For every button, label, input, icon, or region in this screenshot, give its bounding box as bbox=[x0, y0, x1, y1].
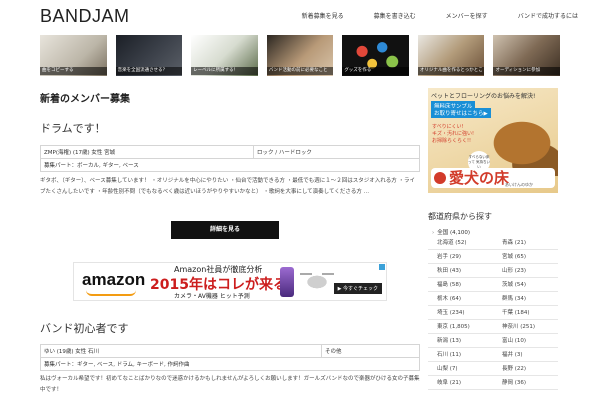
nav-find-members[interactable]: メンバーを探す bbox=[438, 11, 496, 20]
ad-headline: ペットとフローリングのお悩みを解決! bbox=[431, 93, 536, 100]
prefecture-link[interactable]: 神奈川 (251) bbox=[493, 320, 558, 334]
brand-sub: あいけんのゆか bbox=[505, 182, 533, 187]
ad-line: カメラ・AV機器 ヒット予測 bbox=[174, 293, 250, 300]
drone-icon bbox=[300, 271, 334, 293]
main-content: 新着のメンバー募集 bbox=[40, 90, 420, 105]
paw-icon bbox=[434, 172, 446, 184]
post-description: ギタボ、（ギター）、ベース募集しています！ ・オリジナルを中心にやりたい ・仙台… bbox=[40, 178, 415, 195]
ad-brand: 愛犬の床 あいけんのゆか bbox=[431, 168, 555, 188]
prefecture-link[interactable]: 福島 (58) bbox=[428, 278, 493, 292]
amazon-ad-banner[interactable]: amazon Amazon社員が徹底分析 2015年はコレが来る カメラ・AV機… bbox=[73, 262, 387, 301]
prefecture-link[interactable]: 福井 (3) bbox=[493, 348, 558, 362]
thumbnail-label[interactable]: レーベルに所属する！ bbox=[191, 35, 258, 76]
thumbnail-original-songs[interactable]: オリジナル曲を作るとっかとこ bbox=[417, 35, 485, 76]
thumbnail-before-band[interactable]: バンド活動の前に必要なこと bbox=[266, 35, 334, 76]
thumbnail-goods[interactable]: グッズを作る bbox=[342, 35, 409, 76]
global-nav: 新着募集を見る 募集を書き込む メンバーを探す バンドで成功するには bbox=[294, 11, 586, 20]
feature-thumbnails: 曲をコピーする 音楽を全国流通させる？ レーベルに所属する！ バンド活動の前に必… bbox=[40, 35, 561, 76]
prefecture-link[interactable]: 長野 (22) bbox=[493, 362, 558, 376]
ad-choices-icon[interactable] bbox=[379, 264, 385, 270]
thumbnail-caption: バンド活動の前に必要なこと bbox=[266, 67, 334, 75]
nav-band-success[interactable]: バンドで成功するには bbox=[510, 11, 586, 20]
prefecture-title: 都道府県から探す bbox=[428, 212, 492, 221]
thumbnail-copy-songs[interactable]: 曲をコピーする bbox=[40, 35, 107, 76]
thumbnail-caption: 音楽を全国流通させる？ bbox=[115, 67, 183, 75]
post-description: 私はヴォーカル希望です！初めてなことばかりなので迷惑かけるかもしれませんがよろし… bbox=[40, 376, 420, 393]
detail-button[interactable]: 詳細を見る bbox=[171, 221, 279, 239]
prefecture-link[interactable]: 千葉 (184) bbox=[493, 306, 558, 320]
prefecture-link[interactable]: 富山 (10) bbox=[493, 334, 558, 348]
prefecture-link[interactable]: 静岡 (36) bbox=[493, 376, 558, 390]
post-parts: 募集パート：ギター, ベース, ドラム, キーボード, 作詞作曲 bbox=[40, 357, 420, 371]
thumbnail-caption: 曲をコピーする bbox=[40, 67, 107, 75]
post-author-info: ZMP(海権) (17歳) 女性 宮城 bbox=[40, 145, 254, 159]
prefecture-link[interactable]: 東京 (1,805) bbox=[428, 320, 493, 334]
pet-floor-ad[interactable]: ペットとフローリングのお悩みを解決! 無料床サンプル お取り寄せはこちら▶ すべ… bbox=[428, 88, 558, 193]
post-author-info: ゆい (19歳) 女性 石川 bbox=[40, 344, 322, 358]
prefecture-link[interactable]: 山形 (23) bbox=[493, 264, 558, 278]
prefecture-link[interactable]: 新潟 (13) bbox=[428, 334, 493, 348]
thumbnail-distribution[interactable]: 音楽を全国流通させる？ bbox=[115, 35, 183, 76]
ad-cta-button[interactable]: ▶ 今すぐチェック bbox=[333, 283, 382, 294]
thumbnail-caption: グッズを作る bbox=[342, 67, 409, 75]
prefecture-link[interactable]: 栃木 (64) bbox=[428, 292, 493, 306]
amazon-smile-icon bbox=[86, 290, 136, 296]
post-parts: 募集パート：ボーカル, ギター, ベース bbox=[40, 158, 420, 172]
site-logo[interactable]: BANDJAM bbox=[40, 6, 130, 27]
prefecture-link[interactable]: 山梨 (7) bbox=[428, 362, 493, 376]
thumbnail-caption: レーベルに所属する！ bbox=[191, 67, 258, 75]
prefecture-link[interactable]: 埼玉 (234) bbox=[428, 306, 493, 320]
prefecture-list: 北海道 (52) 青森 (21) 岩手 (29) 宮城 (65) 秋田 (43) 山形 (… bbox=[428, 236, 558, 390]
post-title[interactable]: バンド初心者です bbox=[40, 320, 129, 336]
prefecture-all-link[interactable]: 全国 (4,100) bbox=[432, 228, 470, 236]
prefecture-link[interactable]: 岐阜 (21) bbox=[428, 376, 493, 390]
post-info-table: ZMP(海権) (17歳) 女性 宮城 ロック / ハードロック 募集パート：ボ… bbox=[40, 145, 420, 172]
prefecture-link[interactable]: 群馬 (34) bbox=[493, 292, 558, 306]
prefecture-link[interactable]: 青森 (21) bbox=[493, 236, 558, 250]
post-info-table: ゆい (19歳) 女性 石川 その他 募集パート：ギター, ベース, ドラム, … bbox=[40, 344, 420, 371]
prefecture-link[interactable]: 北海道 (52) bbox=[428, 236, 493, 250]
prefecture-link[interactable]: 秋田 (43) bbox=[428, 264, 493, 278]
nav-write-post[interactable]: 募集を書き込む bbox=[366, 11, 424, 20]
amazon-logo: amazon bbox=[82, 270, 146, 289]
post-genre: その他 bbox=[321, 344, 420, 358]
brand-name: 愛犬の床 bbox=[449, 169, 510, 187]
prefecture-link[interactable]: 茨城 (54) bbox=[493, 278, 558, 292]
prefecture-link[interactable]: 岩手 (29) bbox=[428, 250, 493, 264]
smartwatch-icon bbox=[280, 267, 294, 297]
thumbnail-caption: オリジナル曲を作るとっかとこ bbox=[417, 67, 485, 75]
prefecture-link[interactable]: 石川 (11) bbox=[428, 348, 493, 362]
thumbnail-caption: オーディションに参加 bbox=[493, 67, 561, 75]
post-genre: ロック / ハードロック bbox=[253, 145, 420, 159]
prefecture-link[interactable]: 宮城 (65) bbox=[493, 250, 558, 264]
post-title[interactable]: ドラムです！ bbox=[40, 120, 106, 136]
thumbnail-audition[interactable]: オーディションに参加 bbox=[493, 35, 561, 76]
section-title: 新着のメンバー募集 bbox=[40, 94, 130, 105]
ad-copy: すべりにくい! キズ・汚れに強い! お掃除らくらく!! bbox=[432, 124, 475, 144]
nav-new-posts[interactable]: 新着募集を見る bbox=[294, 11, 352, 20]
